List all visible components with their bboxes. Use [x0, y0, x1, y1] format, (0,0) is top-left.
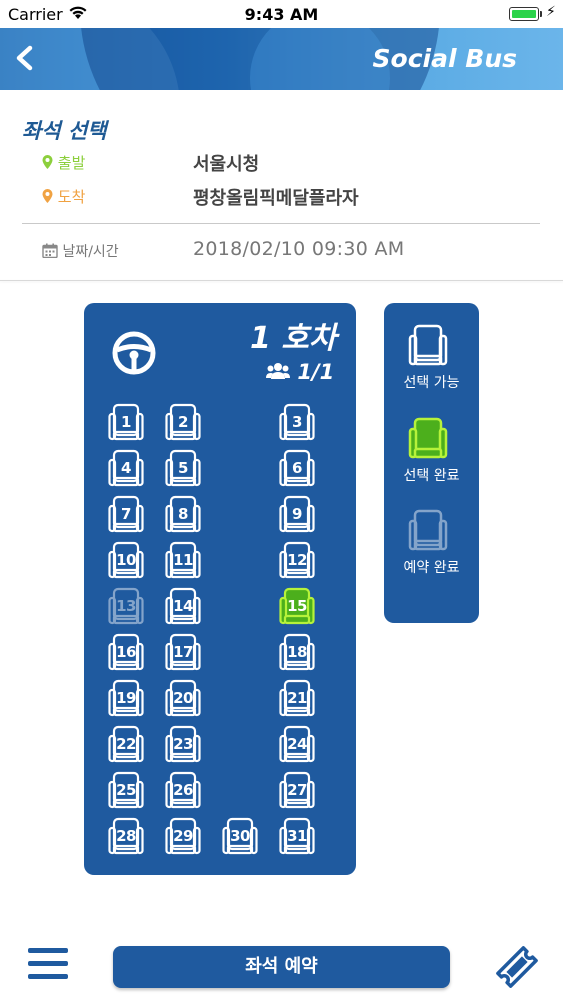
seat-number: 19 [116, 689, 136, 707]
clock: 9:43 AM [244, 5, 319, 24]
seat-number: 31 [287, 827, 307, 845]
seat-14[interactable]: 14 [165, 587, 201, 625]
seat-1[interactable]: 1 [108, 403, 144, 441]
datetime-label: 날짜/시간 [62, 244, 119, 260]
arrival-label: 도착 [57, 188, 86, 206]
seat-number: 4 [121, 459, 131, 477]
seat-24[interactable]: 24 [279, 725, 315, 763]
legend-reserved-label: 예약 완료 [403, 560, 460, 576]
back-chevron-icon[interactable] [10, 38, 44, 78]
seat-number: 8 [178, 505, 188, 523]
seat-13: 13 [108, 587, 144, 625]
ticket-icon[interactable] [494, 944, 540, 990]
seat-number: 14 [173, 597, 193, 615]
seat-9[interactable]: 9 [279, 495, 315, 533]
battery-tip [540, 11, 542, 17]
calendar-icon [42, 243, 58, 259]
seat-number: 3 [292, 413, 302, 431]
seat-number: 17 [173, 643, 193, 661]
battery-icon [509, 7, 539, 21]
seat-5[interactable]: 5 [165, 449, 201, 487]
page-title: 좌석 선택 [22, 119, 107, 143]
passengers-icon [266, 363, 290, 379]
seat-2[interactable]: 2 [165, 403, 201, 441]
seat-number: 5 [178, 459, 188, 477]
seat-number: 6 [292, 459, 302, 477]
seat-number: 20 [173, 689, 193, 707]
location-pin-icon [42, 155, 53, 169]
seat-4[interactable]: 4 [108, 449, 144, 487]
divider [22, 223, 540, 224]
seat-number: 22 [116, 735, 136, 753]
seat-12[interactable]: 12 [279, 541, 315, 579]
seat-number: 30 [230, 827, 250, 845]
seat-number: 26 [173, 781, 193, 799]
legend-available-label: 선택 가능 [403, 375, 460, 391]
charging-icon: ⚡ [546, 4, 556, 20]
seat-reserved-icon [408, 509, 448, 551]
seat-number: 21 [287, 689, 307, 707]
seat-7[interactable]: 7 [108, 495, 144, 533]
seat-21[interactable]: 21 [279, 679, 315, 717]
datetime-label-row: 날짜/시간 [42, 241, 119, 261]
seat-23[interactable]: 23 [165, 725, 201, 763]
seat-28[interactable]: 28 [108, 817, 144, 855]
seat-22[interactable]: 22 [108, 725, 144, 763]
seat-selected-icon [408, 417, 448, 459]
seat-number: 9 [292, 505, 302, 523]
seat-15[interactable]: 15 [279, 587, 315, 625]
seat-27[interactable]: 27 [279, 771, 315, 809]
seat-number: 29 [173, 827, 193, 845]
seat-17[interactable]: 17 [165, 633, 201, 671]
seat-number: 24 [287, 735, 307, 753]
app-header: Social Bus [0, 28, 563, 90]
seat-19[interactable]: 19 [108, 679, 144, 717]
location-pin-icon [42, 189, 53, 203]
seat-6[interactable]: 6 [279, 449, 315, 487]
seat-3[interactable]: 3 [279, 403, 315, 441]
seat-16[interactable]: 16 [108, 633, 144, 671]
seat-number: 28 [116, 827, 136, 845]
divider [0, 280, 563, 281]
arrival-value: 평창올림픽메달플라자 [193, 188, 359, 209]
departure-label: 출발 [57, 154, 86, 172]
seat-10[interactable]: 10 [108, 541, 144, 579]
seat-number: 2 [178, 413, 188, 431]
seat-number: 7 [121, 505, 131, 523]
seat-number: 13 [116, 597, 136, 615]
app-title: Social Bus [372, 44, 517, 73]
departure-value: 서울시청 [193, 154, 260, 175]
hamburger-menu-icon[interactable] [28, 948, 68, 984]
seat-11[interactable]: 11 [165, 541, 201, 579]
steering-wheel-icon [112, 331, 156, 375]
seat-available-icon [408, 324, 448, 366]
seat-number: 12 [287, 551, 307, 569]
departure-label-row: 출발 [42, 152, 85, 173]
seat-number: 27 [287, 781, 307, 799]
reserve-seat-button[interactable]: 좌석 예약 [113, 946, 450, 988]
datetime-value: 2018/02/10 09:30 AM [193, 238, 405, 260]
seat-20[interactable]: 20 [165, 679, 201, 717]
seat-26[interactable]: 26 [165, 771, 201, 809]
seat-number: 10 [116, 551, 136, 569]
seat-number: 25 [116, 781, 136, 799]
passenger-count-row: 1/1 [266, 360, 334, 384]
seat-number: 1 [121, 413, 131, 431]
bus-number-title: 1 호차 [250, 321, 337, 356]
seat-30[interactable]: 30 [222, 817, 258, 855]
seat-25[interactable]: 25 [108, 771, 144, 809]
passenger-count: 1/1 [297, 360, 335, 384]
arrival-label-row: 도착 [42, 186, 85, 207]
seat-number: 16 [116, 643, 136, 661]
seat-number: 18 [287, 643, 307, 661]
legend-selected-label: 선택 완료 [403, 468, 460, 484]
seat-18[interactable]: 18 [279, 633, 315, 671]
seat-number: 15 [287, 597, 307, 615]
seat-29[interactable]: 29 [165, 817, 201, 855]
seat-8[interactable]: 8 [165, 495, 201, 533]
status-bar: Carrier 9:43 AM ⚡ [0, 0, 563, 28]
seat-number: 11 [173, 551, 193, 569]
seat-31[interactable]: 31 [279, 817, 315, 855]
seat-number: 23 [173, 735, 193, 753]
